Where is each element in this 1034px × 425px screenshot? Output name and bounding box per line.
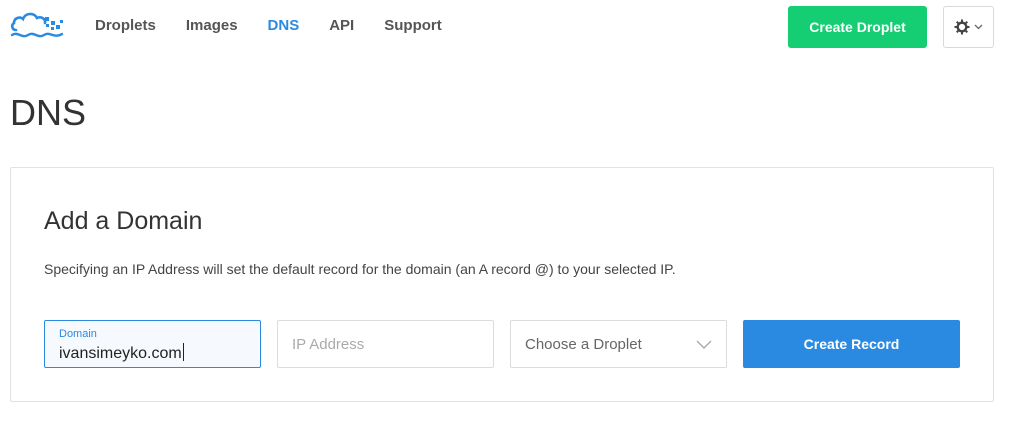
create-record-button[interactable]: Create Record [743, 320, 960, 368]
create-droplet-button[interactable]: Create Droplet [788, 6, 927, 48]
nav-item-droplets[interactable]: Droplets [95, 17, 156, 35]
digitalocean-cloud-logo-icon[interactable] [10, 8, 66, 42]
nav-item-support[interactable]: Support [384, 17, 442, 35]
choose-droplet-select[interactable]: Choose a Droplet [510, 320, 727, 368]
settings-menu-button[interactable] [943, 6, 994, 48]
main-nav: Droplets Images DNS API Support [95, 17, 472, 35]
nav-item-dns[interactable]: DNS [268, 17, 300, 35]
nav-item-images[interactable]: Images [186, 17, 238, 35]
nav-item-api[interactable]: API [329, 17, 354, 35]
ip-address-input[interactable]: IP Address [277, 320, 494, 368]
add-domain-title: Add a Domain [44, 207, 203, 235]
domain-value[interactable]: ivansimeyko.com [59, 343, 184, 363]
domain-value-text: ivansimeyko.com [59, 345, 182, 362]
page-title: DNS [10, 92, 87, 133]
choose-droplet-selected: Choose a Droplet [525, 336, 642, 353]
domain-label: Domain [59, 328, 97, 340]
top-navigation: Droplets Images DNS API Support Create D… [0, 0, 1034, 56]
gear-icon [954, 19, 970, 35]
chevron-down-icon [974, 24, 983, 30]
ip-address-placeholder: IP Address [292, 336, 365, 353]
domain-input[interactable]: Domain ivansimeyko.com [44, 320, 261, 368]
add-domain-description: Specifying an IP Address will set the de… [44, 261, 676, 277]
chevron-down-icon [696, 340, 712, 349]
add-domain-panel: Add a Domain Specifying an IP Address wi… [10, 167, 994, 402]
text-caret [182, 343, 184, 361]
